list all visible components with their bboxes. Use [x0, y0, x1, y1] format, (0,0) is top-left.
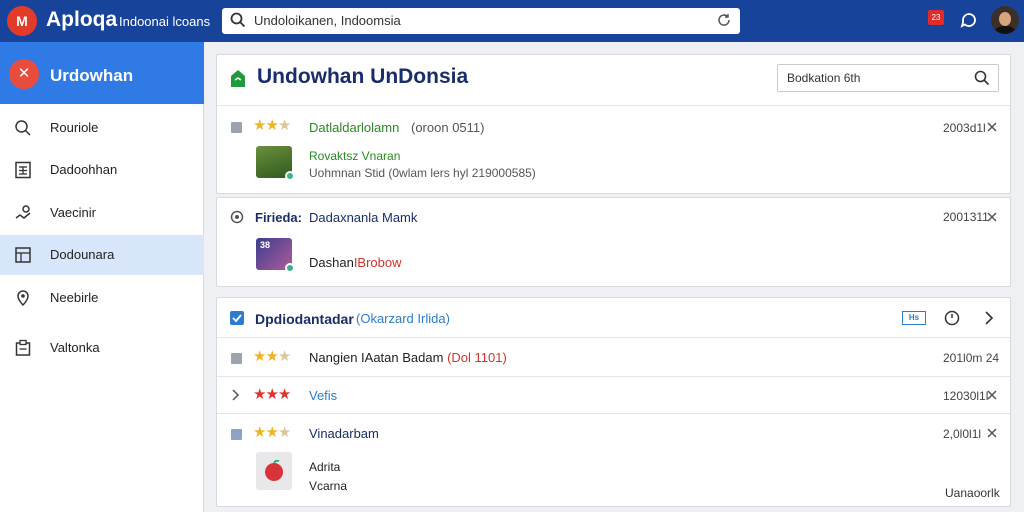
item-thumbnail[interactable] [256, 452, 292, 490]
divider [217, 337, 1010, 338]
search-icon [230, 12, 246, 28]
item-sub-a: Adrita [309, 460, 341, 474]
sidebar-item-valtonka[interactable]: Valtonka [0, 328, 204, 368]
search-value: Undoloikanen, Indoomsia [254, 13, 401, 28]
sidebar-item-label: Dodounara [50, 247, 115, 262]
map-icon [15, 205, 31, 219]
close-icon[interactable] [987, 212, 997, 222]
clock-icon[interactable] [944, 310, 960, 326]
listing-label: Firieda: [255, 210, 302, 225]
group-title[interactable]: Dpdiodantadar [255, 311, 354, 327]
listing-title[interactable]: Dadaxnanla Mamk [309, 210, 417, 225]
row-time: 12030l1l [943, 389, 989, 403]
filter-input[interactable]: Bodkation 6th [777, 64, 999, 92]
row-title[interactable]: Nangien IAatan Badam (Dol 1101) [309, 350, 507, 365]
home-icon [231, 70, 245, 87]
sidebar-item-rouriole[interactable]: Rouriole [0, 108, 204, 148]
refresh-icon[interactable] [716, 12, 732, 28]
close-icon[interactable] [987, 428, 997, 438]
listing-title[interactable]: Datlaldarlolamn [309, 120, 399, 135]
notifications-button[interactable]: 23 [928, 10, 944, 25]
sidebar-header[interactable]: ✕ Urdowhan [0, 42, 204, 104]
sidebar-item-label: Vaecinir [50, 205, 97, 220]
thumbnail-label: 38 [260, 240, 271, 250]
location-pin-icon [17, 290, 29, 307]
sidebar-logo-icon: ✕ [9, 59, 39, 89]
chevron-right-icon[interactable] [983, 310, 995, 326]
chevron-right-icon[interactable] [231, 389, 241, 401]
row-title-main: Nangien IAatan Badam [309, 350, 444, 365]
dashboard-icon [15, 247, 31, 263]
sidebar-item-neebirle[interactable]: Neebirle [0, 278, 204, 318]
top-bar: M Aploqa Indoonai lcoans Undoloikanen, I… [0, 0, 1024, 42]
row-time: 2,0l0l1l [943, 427, 982, 441]
row-checkbox[interactable] [231, 122, 242, 133]
avatar-face [999, 12, 1011, 26]
status-dot [285, 263, 295, 273]
app-name: Aploqa [46, 8, 118, 31]
row-checkbox[interactable] [231, 353, 242, 364]
clipboard-icon [15, 339, 31, 356]
close-icon[interactable] [987, 122, 997, 132]
listing-desc-tag: IBrobow [353, 255, 402, 270]
row-title-extra: (Dol 1101) [447, 350, 507, 365]
chart-thumbnail[interactable]: 38 [256, 238, 295, 273]
row-time: 201l0m 24 [943, 351, 1000, 365]
row-title[interactable]: Vefis [309, 388, 337, 403]
avatar-body [994, 26, 1016, 34]
listing-desc: DashanIBrobow [309, 255, 402, 270]
sidebar-item-dadoohhan[interactable]: Dadoohhan [0, 150, 204, 190]
sidebar-title: Urdowhan [50, 66, 134, 85]
chat-icon[interactable] [960, 10, 978, 28]
user-avatar[interactable] [991, 6, 1019, 34]
listing-subtitle[interactable]: Rovaktsz Vnaran [309, 149, 400, 163]
group-badge[interactable]: Hs [902, 311, 926, 325]
settings-icon [230, 210, 244, 224]
sidebar-item-vaecinir[interactable]: Vaecinir [0, 193, 204, 233]
listing-thumbnail[interactable] [256, 146, 295, 181]
item-sub-b: Vcarna [309, 479, 348, 493]
listing-card-group: Dpdiodantadar (Okarzard Irlida) Hs ★★★ N… [216, 297, 1011, 507]
listing-card-secondary: Firieda: Dadaxnanla Mamk 2001311 38 Dash… [216, 197, 1011, 287]
divider [217, 376, 1010, 377]
filter-placeholder: Bodkation 6th [787, 71, 861, 85]
sidebar-item-dodounara[interactable]: Dodounara [0, 235, 204, 275]
group-title-extra: (Okarzard Irlida) [356, 311, 450, 326]
status-dot [285, 171, 295, 181]
listing-desc-main: Dashan [309, 255, 354, 270]
footer-link[interactable]: Uanaoorlk [945, 486, 1000, 500]
group-checkbox[interactable] [230, 311, 244, 325]
calculator-icon [15, 161, 31, 179]
global-search-input[interactable]: Undoloikanen, Indoomsia [222, 8, 740, 34]
listing-card-primary: Undowhan UnDonsia Bodkation 6th ★★★ Datl… [216, 54, 1011, 194]
close-icon[interactable] [987, 390, 997, 400]
sidebar-item-label: Dadoohhan [50, 162, 118, 177]
rating-stars: ★★★ [253, 386, 291, 403]
listing-title-extra: (oroon 0511) [411, 120, 485, 135]
row-checkbox[interactable] [231, 429, 242, 440]
listing-time: 2003d1l [943, 121, 986, 135]
listing-time: 2001311 [943, 210, 989, 224]
sidebar-item-label: Rouriole [50, 120, 99, 135]
listing-detail: Uohmnan Stid (0wlam lers hyl 219000585) [309, 166, 536, 180]
divider [217, 105, 1010, 106]
rating-stars: ★★★ [253, 117, 291, 134]
rating-stars: ★★★ [253, 424, 291, 441]
search-icon[interactable] [974, 70, 990, 86]
rating-stars: ★★★ [253, 348, 291, 365]
apple-icon [265, 460, 283, 481]
check-icon [232, 314, 242, 323]
sidebar-item-label: Neebirle [50, 290, 99, 305]
divider [217, 413, 1010, 414]
app-subtitle: Indoonai lcoans [119, 14, 211, 29]
app-logo[interactable]: M [7, 6, 37, 36]
page-title: Undowhan UnDonsia [257, 65, 469, 88]
sidebar-item-label: Valtonka [50, 340, 100, 355]
search-icon [15, 120, 31, 136]
row-title[interactable]: Vinadarbam [309, 426, 379, 441]
sidebar: ✕ Urdowhan Rouriole Dadoohhan Vaecinir D… [0, 42, 204, 512]
